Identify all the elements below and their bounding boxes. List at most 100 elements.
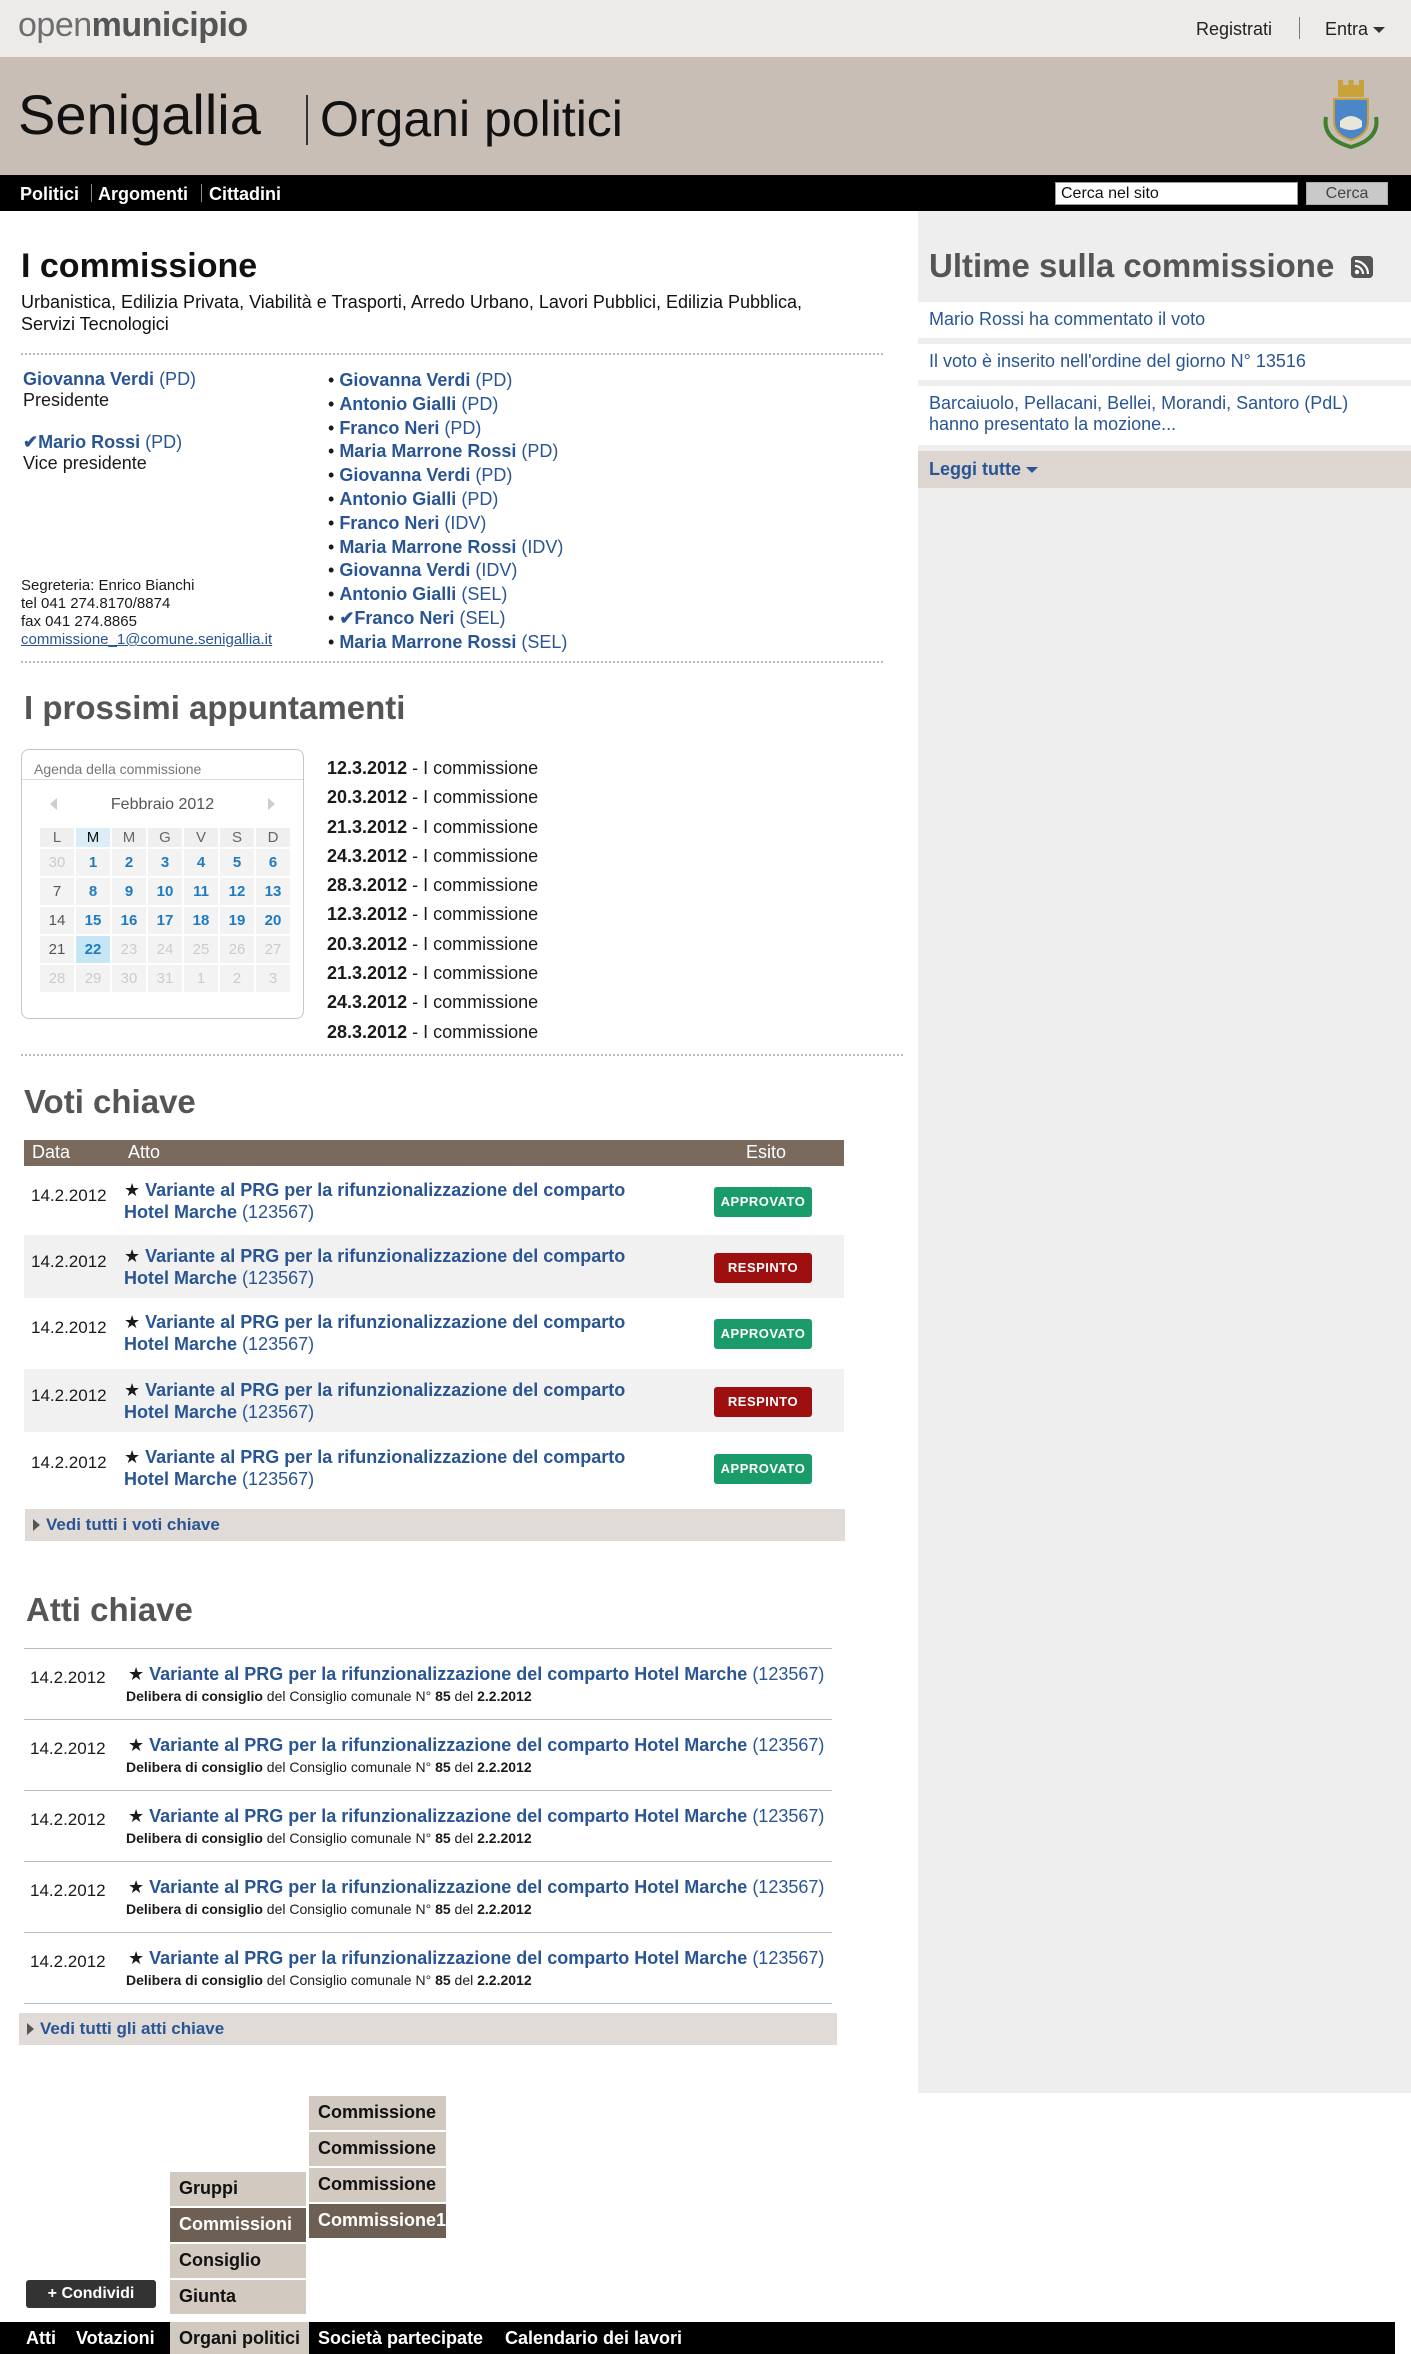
event-item[interactable]: 28.3.2012 - I commissione: [327, 1018, 538, 1047]
calendar-day[interactable]: 30: [40, 849, 74, 876]
calendar-day[interactable]: 8: [76, 878, 110, 905]
calendar-day[interactable]: 13: [256, 878, 290, 905]
see-all-votes-link[interactable]: Vedi tutti i voti chiave: [25, 1509, 845, 1541]
calendar-day[interactable]: 29: [76, 965, 110, 992]
member-name[interactable]: Franco Neri: [339, 418, 439, 438]
footer-organi-politici[interactable]: Organi politici: [170, 2322, 310, 2354]
news-item[interactable]: Barcaiuolo, Pellacani, Bellei, Morandi, …: [918, 386, 1411, 445]
calendar-day[interactable]: 14: [40, 907, 74, 934]
vice-president-name[interactable]: Mario Rossi: [38, 432, 140, 452]
event-item[interactable]: 24.3.2012 - I commissione: [327, 842, 538, 871]
submenu-commissione1[interactable]: Commissione1: [309, 2204, 446, 2238]
calendar-day[interactable]: 11: [184, 878, 218, 905]
event-item[interactable]: 28.3.2012 - I commissione: [327, 871, 538, 900]
calendar-day[interactable]: 5: [220, 849, 254, 876]
nav-politici[interactable]: Politici: [20, 184, 79, 205]
news-item[interactable]: Il voto è inserito nell'ordine del giorn…: [918, 344, 1411, 380]
calendar-day[interactable]: 27: [256, 936, 290, 963]
member-name[interactable]: Franco Neri: [354, 608, 454, 628]
submenu-commissioni[interactable]: Commissioni: [170, 2208, 306, 2242]
calendar-day[interactable]: 21: [40, 936, 74, 963]
calendar-day[interactable]: 17: [148, 907, 182, 934]
event-item[interactable]: 21.3.2012 - I commissione: [327, 959, 538, 988]
see-all-acts-link[interactable]: Vedi tutti gli atti chiave: [19, 2013, 837, 2045]
calendar-day[interactable]: 22: [76, 936, 110, 963]
event-item[interactable]: 20.3.2012 - I commissione: [327, 930, 538, 959]
member-name[interactable]: Antonio Gialli: [339, 584, 456, 604]
search-button[interactable]: Cerca: [1306, 182, 1388, 205]
site-logo[interactable]: openmunicipio: [18, 6, 248, 45]
calendar-day[interactable]: 3: [256, 965, 290, 992]
submenu-commissione[interactable]: Commissione: [309, 2096, 446, 2130]
act-link[interactable]: Variante al PRG per la rifunzionalizzazi…: [149, 1735, 747, 1755]
calendar-day[interactable]: 2: [112, 849, 146, 876]
event-item[interactable]: 21.3.2012 - I commissione: [327, 813, 538, 842]
register-link[interactable]: Registrati: [1196, 19, 1272, 40]
member-name[interactable]: Giovanna Verdi: [339, 465, 470, 485]
calendar-day[interactable]: 2: [220, 965, 254, 992]
footer-votazioni[interactable]: Votazioni: [76, 2322, 155, 2354]
search-input[interactable]: [1055, 182, 1298, 205]
calendar-day[interactable]: 10: [148, 878, 182, 905]
footer-societa-partecipate[interactable]: Società partecipate: [318, 2322, 483, 2354]
calendar-day[interactable]: 26: [220, 936, 254, 963]
calendar-day[interactable]: 1: [76, 849, 110, 876]
chevron-right-icon[interactable]: [268, 798, 275, 810]
submenu-commissione[interactable]: Commissione: [309, 2168, 446, 2202]
member-name[interactable]: Maria Marrone Rossi: [339, 441, 516, 461]
calendar-day[interactable]: 6: [256, 849, 290, 876]
calendar-day[interactable]: 3: [148, 849, 182, 876]
calendar-day[interactable]: 15: [76, 907, 110, 934]
president-name[interactable]: Giovanna Verdi: [23, 369, 154, 389]
news-item[interactable]: Mario Rossi ha commentato il voto: [918, 302, 1411, 338]
event-item[interactable]: 20.3.2012 - I commissione: [327, 783, 538, 812]
member-name[interactable]: Maria Marrone Rossi: [339, 537, 516, 557]
nav-cittadini[interactable]: Cittadini: [209, 184, 281, 205]
calendar-day[interactable]: 19: [220, 907, 254, 934]
member-name[interactable]: Antonio Gialli: [339, 489, 456, 509]
act-link[interactable]: Variante al PRG per la rifunzionalizzazi…: [149, 1948, 747, 1968]
event-item[interactable]: 24.3.2012 - I commissione: [327, 988, 538, 1017]
member-name[interactable]: Antonio Gialli: [339, 394, 456, 414]
calendar-day[interactable]: 9: [112, 878, 146, 905]
secretary-email[interactable]: commissione_1@comune.senigallia.it: [21, 631, 272, 649]
footer-calendario[interactable]: Calendario dei lavori: [505, 2322, 682, 2354]
city-title[interactable]: Senigallia: [18, 82, 261, 147]
vote-act-link[interactable]: Variante al PRG per la rifunzionalizzazi…: [124, 1312, 625, 1354]
footer-atti[interactable]: Atti: [26, 2322, 56, 2354]
event-item[interactable]: 12.3.2012 - I commissione: [327, 754, 538, 783]
rss-icon[interactable]: [1351, 256, 1373, 278]
calendar-day[interactable]: 7: [40, 878, 74, 905]
share-button[interactable]: + Condividi: [26, 2280, 156, 2308]
submenu-commissione[interactable]: Commissione: [309, 2132, 446, 2166]
vote-act-link[interactable]: Variante al PRG per la rifunzionalizzazi…: [124, 1180, 625, 1222]
submenu-giunta[interactable]: Giunta: [170, 2280, 306, 2314]
calendar-day[interactable]: 28: [40, 965, 74, 992]
vote-act-link[interactable]: Variante al PRG per la rifunzionalizzazi…: [124, 1380, 625, 1422]
member-name[interactable]: Giovanna Verdi: [339, 370, 470, 390]
vote-act-link[interactable]: Variante al PRG per la rifunzionalizzazi…: [124, 1447, 625, 1489]
calendar-day[interactable]: 12: [220, 878, 254, 905]
enter-menu[interactable]: Entra: [1325, 19, 1386, 40]
event-item[interactable]: 12.3.2012 - I commissione: [327, 900, 538, 929]
calendar-day[interactable]: 31: [148, 965, 182, 992]
act-link[interactable]: Variante al PRG per la rifunzionalizzazi…: [149, 1877, 747, 1897]
nav-argomenti[interactable]: Argomenti: [98, 184, 188, 205]
calendar-day[interactable]: 1: [184, 965, 218, 992]
calendar-day[interactable]: 4: [184, 849, 218, 876]
calendar-day[interactable]: 16: [112, 907, 146, 934]
calendar-day[interactable]: 18: [184, 907, 218, 934]
calendar-day[interactable]: 30: [112, 965, 146, 992]
calendar-day[interactable]: 25: [184, 936, 218, 963]
act-link[interactable]: Variante al PRG per la rifunzionalizzazi…: [149, 1806, 747, 1826]
member-name[interactable]: Maria Marrone Rossi: [339, 632, 516, 652]
submenu-consiglio[interactable]: Consiglio: [170, 2244, 306, 2278]
read-all-link[interactable]: Leggi tutte: [918, 451, 1411, 488]
calendar-day[interactable]: 24: [148, 936, 182, 963]
calendar-day[interactable]: 23: [112, 936, 146, 963]
vote-act-link[interactable]: Variante al PRG per la rifunzionalizzazi…: [124, 1246, 625, 1288]
member-name[interactable]: Giovanna Verdi: [339, 560, 470, 580]
member-name[interactable]: Franco Neri: [339, 513, 439, 533]
calendar-day[interactable]: 20: [256, 907, 290, 934]
submenu-gruppi[interactable]: Gruppi: [170, 2172, 306, 2206]
